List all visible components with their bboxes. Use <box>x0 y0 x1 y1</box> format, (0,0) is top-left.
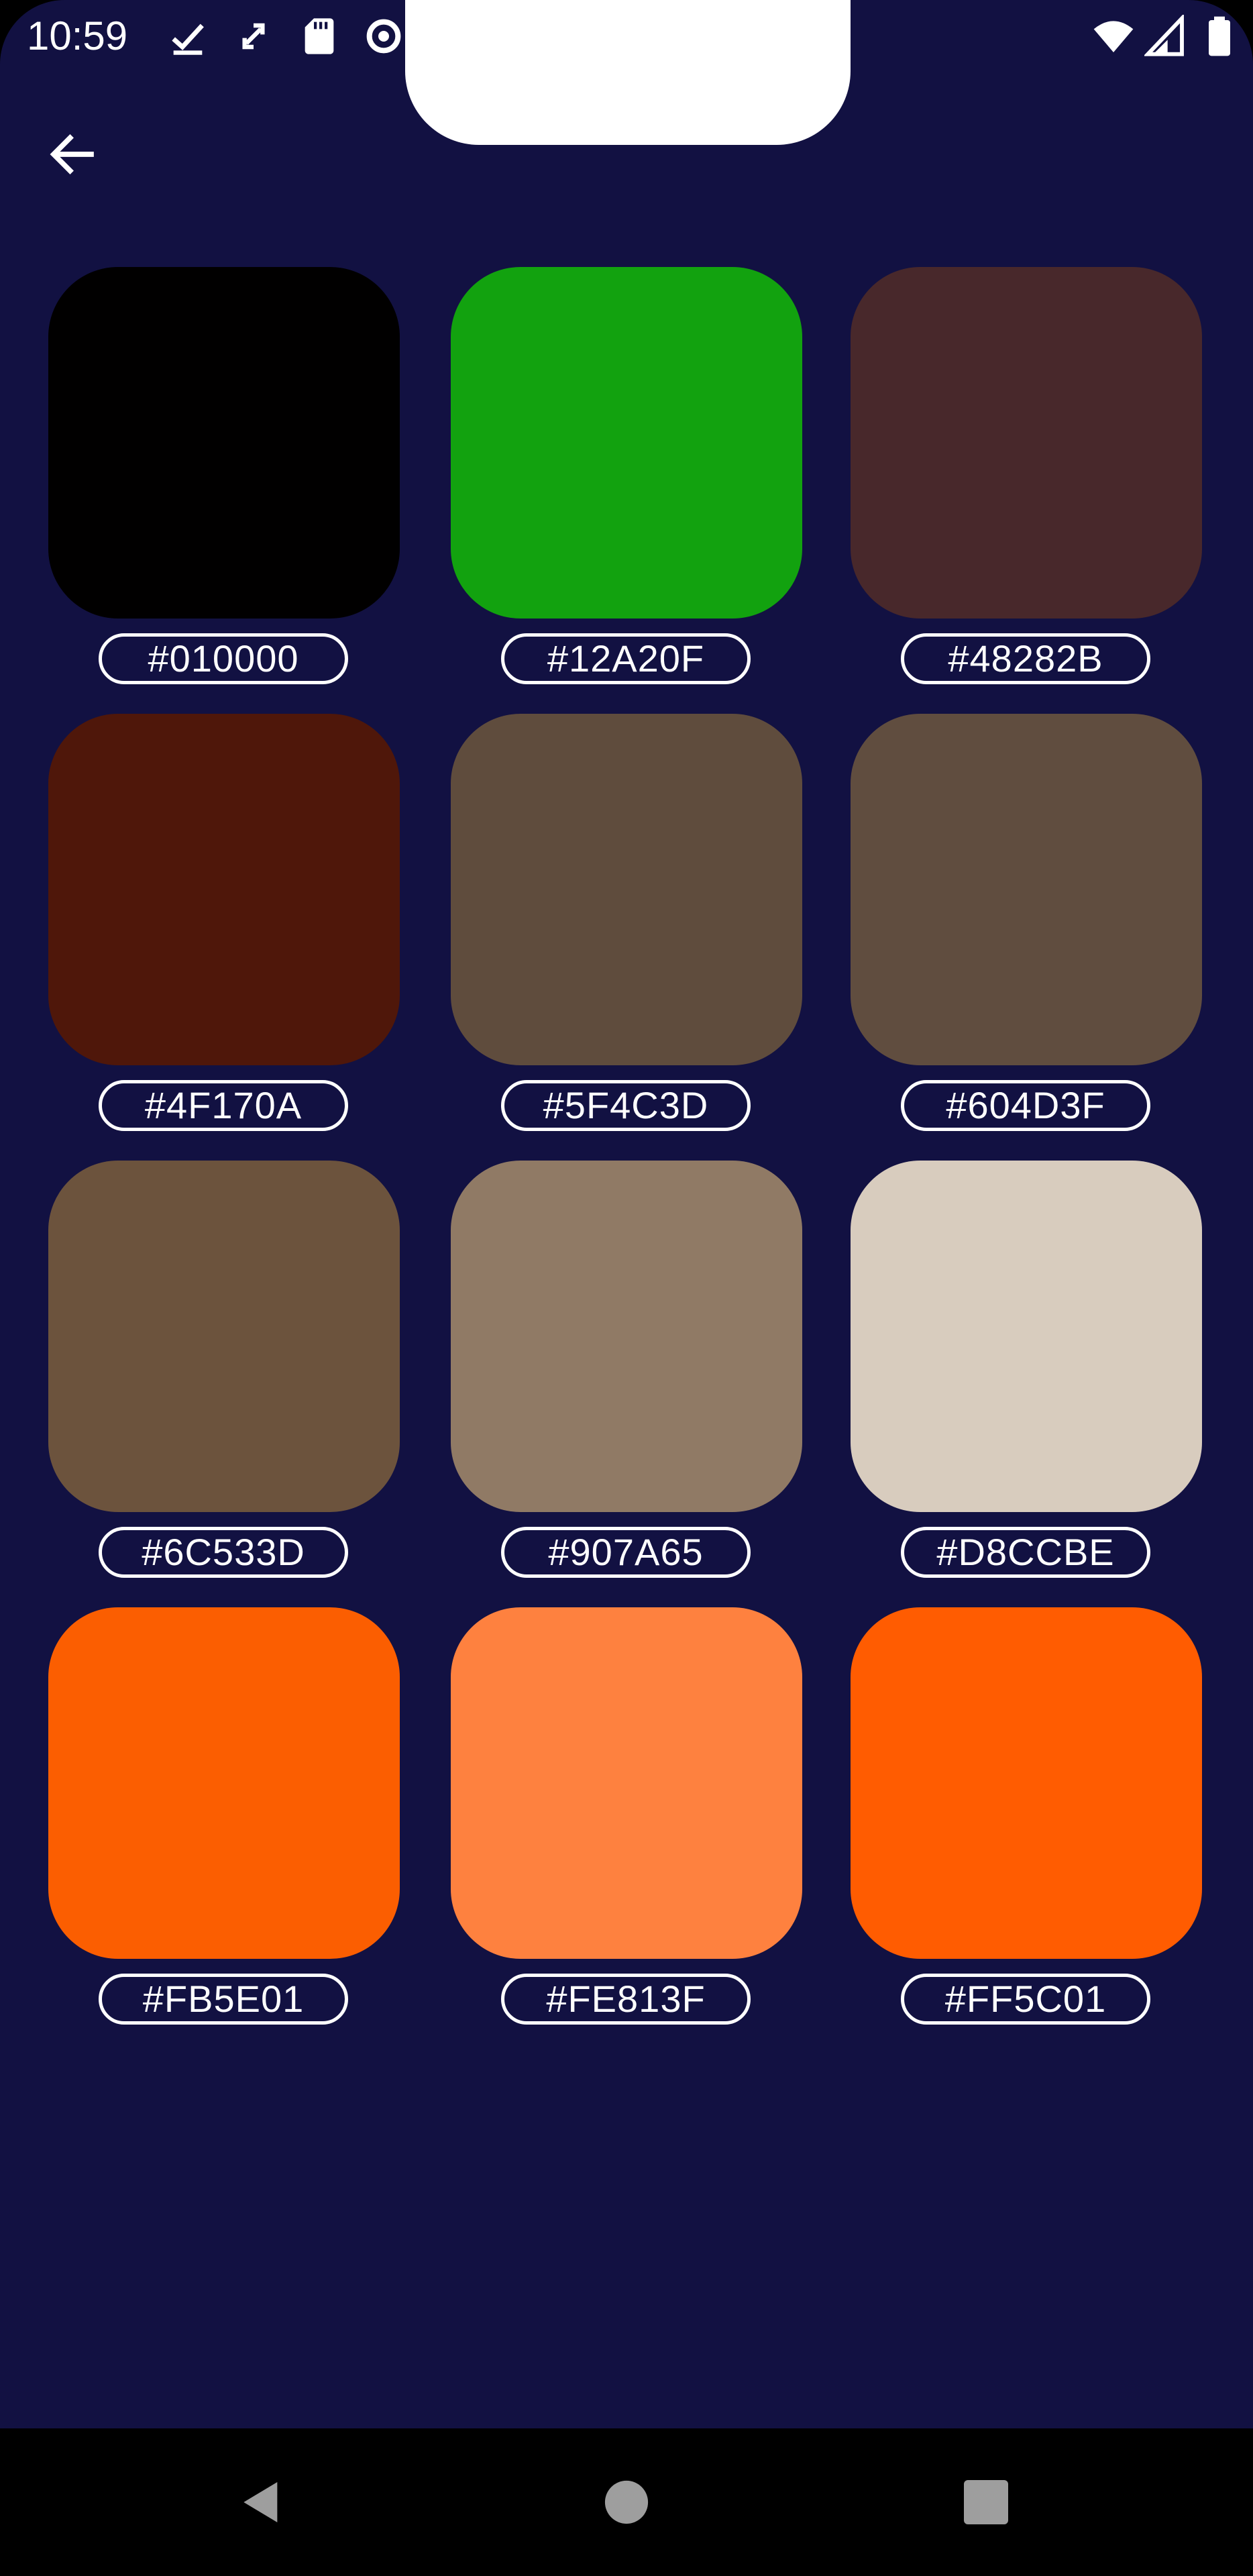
color-swatch-card[interactable]: #48282B <box>851 267 1202 692</box>
color-swatch-card[interactable]: #6C533D <box>48 1161 400 1586</box>
wifi-icon <box>1092 15 1135 58</box>
home-circle-icon <box>604 2480 649 2524</box>
battery-icon <box>1198 15 1241 58</box>
hex-code-label: #010000 <box>99 633 348 684</box>
hex-code-label: #4F170A <box>99 1080 348 1131</box>
color-swatch-card[interactable]: #FE813F <box>451 1607 802 2033</box>
system-nav-bar <box>0 2428 1253 2576</box>
back-triangle-icon <box>243 2482 278 2522</box>
color-swatch[interactable] <box>851 1161 1202 1512</box>
data-saver-icon <box>362 15 405 58</box>
hex-code-label: #12A20F <box>501 633 751 684</box>
color-swatch-card[interactable]: #907A65 <box>451 1161 802 1586</box>
nav-recents-button[interactable] <box>946 2462 1026 2542</box>
color-swatch[interactable] <box>451 267 802 619</box>
status-time: 10:59 <box>27 13 128 58</box>
hex-code-label: #5F4C3D <box>501 1080 751 1131</box>
color-swatch[interactable] <box>451 1161 802 1512</box>
hex-code-label: #FE813F <box>501 1974 751 2025</box>
color-swatch-card[interactable]: #604D3F <box>851 714 1202 1139</box>
recents-square-icon <box>964 2480 1008 2524</box>
app-screen: 10:59 #010000 #12A20F #48282B #4F170A #5… <box>0 0 1253 2428</box>
hex-code-label: #6C533D <box>99 1527 348 1578</box>
color-swatch[interactable] <box>851 267 1202 619</box>
nav-back-button[interactable] <box>221 2462 302 2542</box>
nav-home-button[interactable] <box>586 2462 667 2542</box>
display-notch <box>405 0 851 145</box>
hex-code-label: #FB5E01 <box>99 1974 348 2025</box>
color-swatch-card[interactable]: #FB5E01 <box>48 1607 400 2033</box>
color-swatch[interactable] <box>48 714 400 1065</box>
color-swatch[interactable] <box>48 1607 400 1959</box>
color-swatch[interactable] <box>451 1607 802 1959</box>
hex-code-label: #907A65 <box>501 1527 751 1578</box>
color-swatch-card[interactable]: #5F4C3D <box>451 714 802 1139</box>
back-button[interactable] <box>39 121 106 188</box>
color-swatch-card[interactable]: #FF5C01 <box>851 1607 1202 2033</box>
color-swatch[interactable] <box>451 714 802 1065</box>
sync-icon <box>232 15 275 58</box>
color-swatch-card[interactable]: #010000 <box>48 267 400 692</box>
hex-code-label: #48282B <box>901 633 1150 684</box>
cell-signal-icon <box>1144 15 1187 58</box>
arrow-back-icon <box>50 134 94 174</box>
hex-code-label: #D8CCBE <box>901 1527 1150 1578</box>
color-swatch-card[interactable]: #D8CCBE <box>851 1161 1202 1586</box>
sd-card-icon <box>298 15 341 58</box>
color-swatch-card[interactable]: #12A20F <box>451 267 802 692</box>
color-swatch[interactable] <box>851 714 1202 1065</box>
color-swatch[interactable] <box>851 1607 1202 1959</box>
color-swatch[interactable] <box>48 267 400 619</box>
hex-code-label: #FF5C01 <box>901 1974 1150 2025</box>
download-done-icon <box>166 15 209 58</box>
hex-code-label: #604D3F <box>901 1080 1150 1131</box>
color-swatch-card[interactable]: #4F170A <box>48 714 400 1139</box>
color-swatch[interactable] <box>48 1161 400 1512</box>
